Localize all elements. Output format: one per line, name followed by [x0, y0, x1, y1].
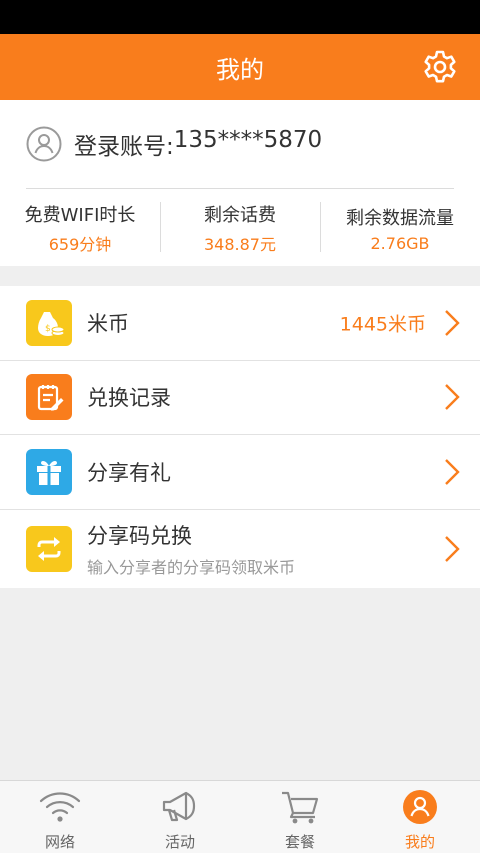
stat-label: 剩余话费	[204, 205, 276, 226]
page-title: 我的	[216, 55, 264, 84]
notepad-icon	[26, 374, 72, 421]
stat-value: 659分钟	[48, 235, 112, 254]
account-label: 登录账号:	[74, 134, 174, 160]
chevron-right-icon	[445, 384, 460, 411]
stat-data: 剩余数据流量 2.76GB	[320, 200, 480, 256]
stat-label: 剩余数据流量	[346, 207, 454, 229]
coin-bag-icon: $	[26, 299, 72, 346]
nav-label: 套餐	[284, 833, 315, 851]
nav-item-mine[interactable]: 我的	[360, 781, 480, 853]
mibi-balance: 1445米币	[339, 313, 426, 336]
divider	[26, 188, 454, 189]
gift-icon	[26, 448, 72, 495]
chevron-right-icon	[445, 535, 460, 562]
status-bar	[0, 0, 480, 34]
menu-sublabel: 输入分享者的分享码领取米币	[87, 557, 296, 577]
menu-item-share-gift[interactable]: 分享有礼	[0, 435, 480, 510]
stat-wifi-time: 免费WIFI时长 659分钟	[0, 200, 160, 256]
app-bar: 我的	[0, 34, 480, 100]
account-card: 登录账号: 135****5870 免费WIFI时长 659分钟 剩余话费 34…	[0, 100, 480, 266]
nav-label: 活动	[164, 833, 195, 851]
menu-list: $ 米币 1445米币 兑换记录 分享有礼 分享码兑换 输入分享者的分享码领取米…	[0, 286, 480, 588]
exchange-icon	[26, 525, 72, 572]
stat-value: 2.76GB	[370, 233, 430, 253]
megaphone-icon	[162, 791, 196, 822]
settings-button[interactable]	[422, 49, 458, 85]
chevron-right-icon	[445, 309, 460, 336]
menu-label: 分享有礼	[87, 460, 171, 485]
stat-value: 348.87元	[204, 235, 276, 254]
cart-icon	[282, 791, 319, 824]
menu-item-mibi[interactable]: $ 米币 1445米币	[0, 286, 480, 361]
nav-item-network[interactable]: 网络	[0, 781, 120, 853]
wifi-icon	[39, 792, 81, 822]
menu-label: 米币	[87, 311, 129, 336]
account-phone: 135****5870	[173, 127, 323, 153]
chevron-right-icon	[445, 458, 460, 485]
gear-icon	[424, 50, 456, 83]
nav-item-package[interactable]: 套餐	[240, 781, 360, 853]
menu-label: 兑换记录	[87, 386, 171, 411]
stats-row: 免费WIFI时长 659分钟 剩余话费 348.87元 剩余数据流量 2.76G…	[0, 200, 480, 256]
nav-label: 我的	[404, 833, 435, 851]
svg-text:$: $	[45, 324, 51, 334]
stat-label: 免费WIFI时长	[24, 205, 136, 226]
nav-item-activity[interactable]: 活动	[120, 781, 240, 853]
menu-item-share-code[interactable]: 分享码兑换 输入分享者的分享码领取米币	[0, 510, 480, 588]
bottom-nav: 网络 活动 套餐 我的	[0, 780, 480, 853]
account-row[interactable]: 登录账号: 135****5870	[26, 126, 322, 162]
menu-label: 分享码兑换	[87, 523, 192, 548]
stat-balance: 剩余话费 348.87元	[160, 200, 320, 256]
profile-icon	[403, 790, 437, 824]
nav-label: 网络	[44, 833, 75, 851]
menu-item-redeem-history[interactable]: 兑换记录	[0, 361, 480, 435]
user-avatar-icon	[26, 126, 62, 162]
